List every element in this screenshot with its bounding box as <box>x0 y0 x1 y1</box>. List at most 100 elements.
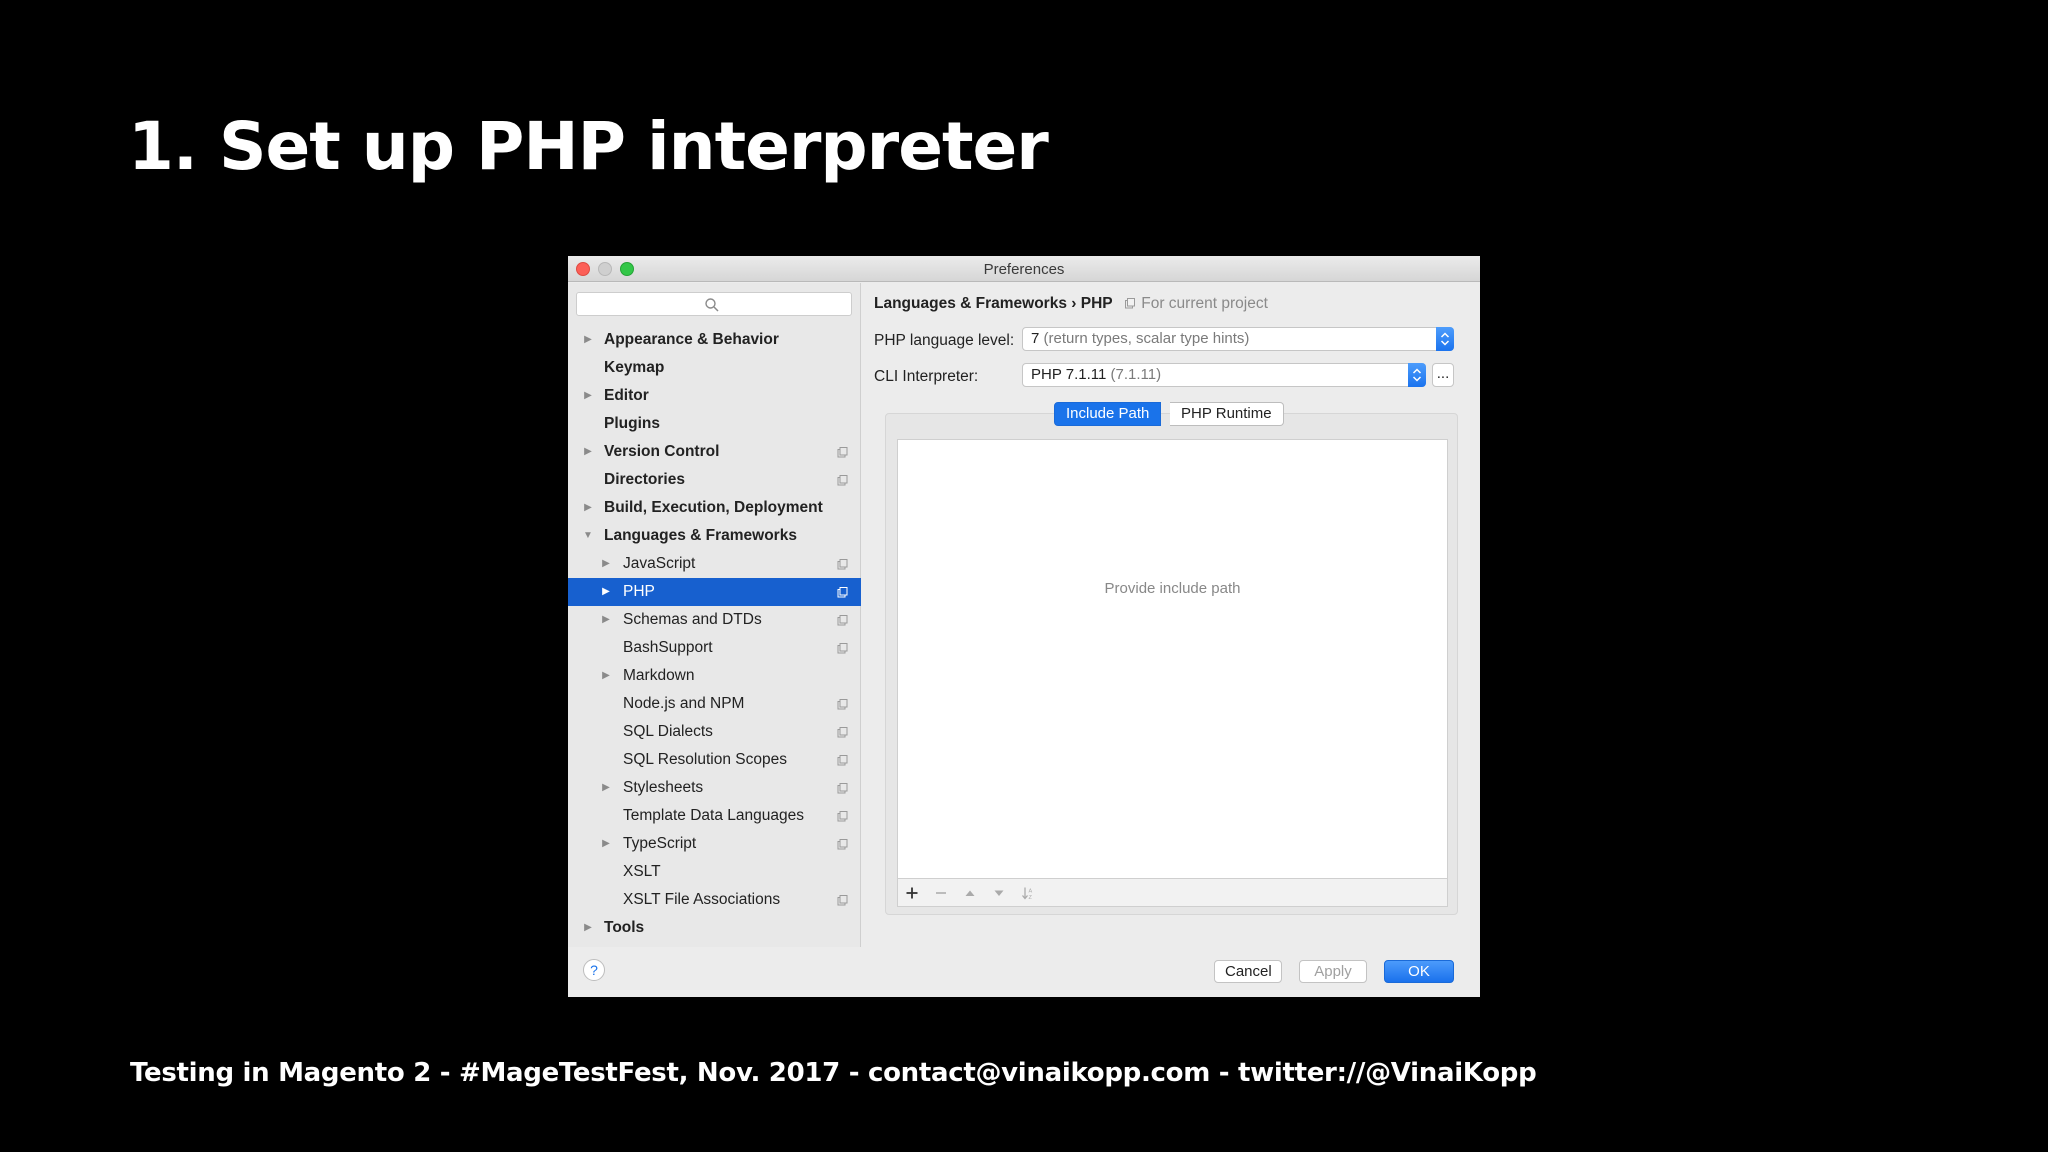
sidebar-item-label: Languages & Frameworks <box>604 527 797 544</box>
include-path-panel: Include Path PHP Runtime Provide include… <box>885 402 1458 915</box>
sidebar-item-label: PHP <box>623 583 655 600</box>
include-path-placeholder: Provide include path <box>1104 580 1241 597</box>
sidebar-item-label: Node.js and NPM <box>623 695 745 712</box>
collapsed-arrow-icon[interactable]: ▶ <box>582 326 594 354</box>
sidebar-item-label: Tools <box>604 919 645 936</box>
sidebar-item-label: BashSupport <box>623 639 713 656</box>
language-level-value: 7 <box>1031 330 1040 347</box>
collapsed-arrow-icon[interactable]: ▶ <box>600 550 612 578</box>
tab-php-runtime[interactable]: PHP Runtime <box>1170 402 1284 426</box>
sidebar-item-node-js-and-npm[interactable]: Node.js and NPM <box>568 690 861 718</box>
sidebar-item-schemas-and-dtds[interactable]: ▶ Schemas and DTDs <box>568 606 861 634</box>
apply-button[interactable]: Apply <box>1299 960 1367 983</box>
sidebar-item-label: Markdown <box>623 667 695 684</box>
svg-text:Z: Z <box>1029 895 1033 900</box>
sidebar-item-languages-frameworks[interactable]: ▼ Languages & Frameworks <box>568 522 861 550</box>
project-scope-icon <box>837 559 848 570</box>
collapsed-arrow-icon[interactable]: ▶ <box>600 662 612 690</box>
project-scope-icon <box>837 755 848 766</box>
sidebar-item-xslt-file-associations[interactable]: XSLT File Associations <box>568 886 861 914</box>
breadcrumb-section[interactable]: Languages & Frameworks <box>874 295 1067 312</box>
dialog-button-bar: ? Cancel Apply OK <box>568 947 1480 997</box>
project-scope-icon <box>837 587 848 598</box>
sidebar-item-editor[interactable]: ▶ Editor <box>568 382 861 410</box>
sidebar-item-xslt[interactable]: XSLT <box>568 858 861 886</box>
sidebar-item-php[interactable]: ▶ PHP <box>568 578 861 606</box>
expanded-arrow-icon[interactable]: ▼ <box>582 522 594 550</box>
settings-sidebar: ▶ Appearance & Behavior Keymap ▶ Editor Plugi… <box>568 283 861 947</box>
breadcrumb-separator: › <box>1071 295 1077 312</box>
sidebar-item-build-execution-deployment[interactable]: ▶ Build, Execution, Deployment <box>568 494 861 522</box>
sidebar-item-tools[interactable]: ▶ Tools <box>568 914 861 942</box>
cli-interpreter-detail: (7.1.11) <box>1110 366 1162 383</box>
sidebar-item-label: Plugins <box>604 415 660 432</box>
collapsed-arrow-icon[interactable]: ▶ <box>600 578 612 606</box>
include-path-list[interactable]: Provide include path <box>897 439 1448 879</box>
slide-title: 1. Set up PHP interpreter <box>128 108 1049 185</box>
sidebar-item-stylesheets[interactable]: ▶ Stylesheets <box>568 774 861 802</box>
sidebar-item-label: Build, Execution, Deployment <box>604 499 823 516</box>
add-icon[interactable] <box>904 886 920 900</box>
sidebar-item-sql-resolution-scopes[interactable]: SQL Resolution Scopes <box>568 746 861 774</box>
collapsed-arrow-icon[interactable]: ▶ <box>600 830 612 858</box>
sidebar-item-label: Template Data Languages <box>623 807 804 824</box>
sidebar-item-template-data-languages[interactable]: Template Data Languages <box>568 802 861 830</box>
sidebar-item-sql-dialects[interactable]: SQL Dialects <box>568 718 861 746</box>
collapsed-arrow-icon[interactable]: ▶ <box>600 774 612 802</box>
cancel-button[interactable]: Cancel <box>1214 960 1282 983</box>
cli-interpreter-select[interactable]: PHP 7.1.11 (7.1.11) <box>1022 363 1426 387</box>
sidebar-item-bashsupport[interactable]: BashSupport <box>568 634 861 662</box>
sidebar-item-typescript[interactable]: ▶ TypeScript <box>568 830 861 858</box>
sidebar-item-label: SQL Resolution Scopes <box>623 751 787 768</box>
title-bar: Preferences <box>568 256 1480 282</box>
collapsed-arrow-icon[interactable]: ▶ <box>600 606 612 634</box>
sidebar-item-markdown[interactable]: ▶ Markdown <box>568 662 861 690</box>
project-scope-icon <box>837 447 848 458</box>
project-scope-icon <box>837 811 848 822</box>
help-button[interactable]: ? <box>583 959 605 981</box>
sidebar-item-directories[interactable]: Directories <box>568 466 861 494</box>
sidebar-item-label: Directories <box>604 471 685 488</box>
remove-icon[interactable] <box>933 886 949 900</box>
language-level-label: PHP language level: <box>874 332 1015 349</box>
sidebar-item-label: XSLT <box>623 863 661 880</box>
cli-interpreter-label: CLI Interpreter: <box>874 368 979 385</box>
tab-include-path[interactable]: Include Path <box>1054 402 1162 426</box>
sidebar-item-label: Keymap <box>604 359 665 376</box>
sidebar-item-label: TypeScript <box>623 835 697 852</box>
language-level-detail: (return types, scalar type hints) <box>1043 330 1250 347</box>
svg-text:A: A <box>1029 889 1033 895</box>
ok-button[interactable]: OK <box>1384 960 1454 983</box>
sidebar-item-plugins[interactable]: Plugins <box>568 410 861 438</box>
settings-content: Languages & Frameworks › PHP For current… <box>862 283 1480 947</box>
collapsed-arrow-icon[interactable]: ▶ <box>582 438 594 466</box>
language-level-stepper-icon <box>1436 327 1454 351</box>
settings-search-input[interactable] <box>576 292 852 316</box>
search-icon <box>705 298 719 312</box>
move-up-icon[interactable] <box>962 886 978 900</box>
project-scope-icon <box>837 699 848 710</box>
include-path-toolbar: A Z <box>897 879 1448 907</box>
collapsed-arrow-icon[interactable]: ▶ <box>582 382 594 410</box>
project-scope-icon <box>1124 298 1135 309</box>
sidebar-item-appearance-behavior[interactable]: ▶ Appearance & Behavior <box>568 326 861 354</box>
sidebar-item-label: JavaScript <box>623 555 696 572</box>
project-scope-icon <box>837 615 848 626</box>
move-down-icon[interactable] <box>991 886 1007 900</box>
slide-footer: Testing in Magento 2 - #MageTestFest, No… <box>130 1058 1537 1088</box>
project-scope-icon <box>837 727 848 738</box>
collapsed-arrow-icon[interactable]: ▶ <box>582 494 594 522</box>
cli-interpreter-more-button[interactable]: ... <box>1432 363 1454 387</box>
sidebar-item-label: Schemas and DTDs <box>623 611 762 628</box>
sidebar-item-label: Editor <box>604 387 649 404</box>
sidebar-item-javascript[interactable]: ▶ JavaScript <box>568 550 861 578</box>
language-level-select[interactable]: 7 (return types, scalar type hints) <box>1022 327 1454 351</box>
breadcrumb-scope-note: For current project <box>1141 295 1268 312</box>
sidebar-item-label: XSLT File Associations <box>623 891 781 908</box>
collapsed-arrow-icon[interactable]: ▶ <box>582 914 594 942</box>
sort-icon[interactable]: A Z <box>1020 886 1036 900</box>
sidebar-item-version-control[interactable]: ▶ Version Control <box>568 438 861 466</box>
breadcrumb-page: PHP <box>1080 295 1113 312</box>
breadcrumb: Languages & Frameworks › PHP For current… <box>874 295 1268 313</box>
sidebar-item-keymap[interactable]: Keymap <box>568 354 861 382</box>
